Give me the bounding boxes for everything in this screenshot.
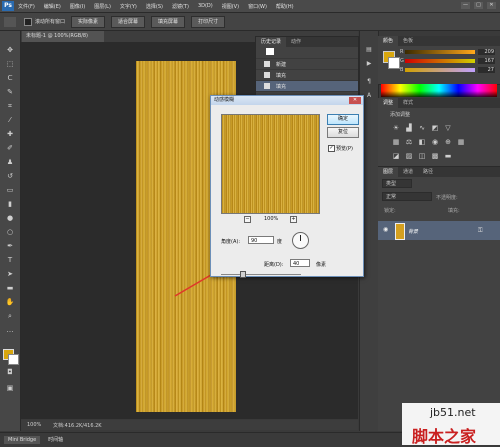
history-item-label: 填充 <box>276 72 287 79</box>
layer-thumbnail <box>395 223 405 240</box>
color-panel: 颜色 色板 R 209 G 167 B 27 <box>378 36 500 85</box>
color-balance-icon[interactable]: ⚖ <box>405 138 413 146</box>
gradient-map-icon[interactable]: ▬ <box>444 152 452 160</box>
history-item[interactable]: 填充 <box>256 81 358 92</box>
black-white-icon[interactable]: ◧ <box>418 138 426 146</box>
blue-slider[interactable] <box>405 68 475 72</box>
distance-unit: 像素 <box>316 262 327 268</box>
tab-actions[interactable]: 动作 <box>286 37 306 47</box>
invert-icon[interactable]: ◪ <box>392 152 400 160</box>
actions-panel-icon[interactable]: ▶ <box>364 59 374 68</box>
angle-dial[interactable] <box>292 232 309 249</box>
distance-slider-track[interactable] <box>221 274 301 275</box>
site-watermark: jb51.net 脚本之家 <box>402 403 500 446</box>
channel-mixer-icon[interactable]: ⊕ <box>444 138 452 146</box>
paragraph-panel-icon[interactable]: ¶ <box>364 77 374 86</box>
motion-blur-dialog: 动感模糊 ✕ 确定 复位 ✓ 预览(P) − 100% + 角度(A): 90 … <box>210 95 364 278</box>
photo-filter-icon[interactable]: ◉ <box>431 138 439 146</box>
character-panel-icon[interactable]: A <box>364 91 374 100</box>
history-panel-icon[interactable]: ▤ <box>364 45 374 54</box>
preview-label: 预览(P) <box>336 146 353 152</box>
opacity-label: 不透明度: <box>436 195 458 201</box>
red-label: R <box>400 49 404 55</box>
zoom-out-button[interactable]: − <box>244 216 251 223</box>
preview-checkbox[interactable]: ✓ <box>328 145 335 152</box>
tab-color[interactable]: 颜色 <box>378 36 399 46</box>
green-value[interactable]: 167 <box>478 58 495 64</box>
hue-saturation-icon[interactable]: ▦ <box>392 138 400 146</box>
color-lookup-icon[interactable]: ▦ <box>457 138 465 146</box>
color-spectrum-shade <box>381 91 497 97</box>
watermark-url: jb51.net <box>430 406 476 419</box>
tab-timeline[interactable]: 时间轴 <box>44 435 67 444</box>
curves-icon[interactable]: ∿ <box>418 124 426 132</box>
green-slider[interactable] <box>405 59 475 63</box>
angle-input[interactable]: 90 <box>248 236 274 244</box>
exposure-icon[interactable]: ◩ <box>431 124 439 132</box>
status-zoom[interactable]: 100% <box>27 422 53 428</box>
history-state-icon <box>264 61 270 67</box>
layer-filter-select[interactable]: 类型 <box>382 179 412 188</box>
history-state-icon <box>264 83 270 89</box>
green-label: G <box>400 58 404 64</box>
snapshot-thumbnail[interactable] <box>266 48 274 55</box>
red-value[interactable]: 209 <box>478 49 495 55</box>
distance-slider-handle[interactable] <box>240 271 246 278</box>
ok-button[interactable]: 确定 <box>327 114 359 125</box>
history-item-label: 填充 <box>276 83 287 90</box>
posterize-icon[interactable]: ▨ <box>405 152 413 160</box>
panel-background-swatch[interactable] <box>388 57 400 69</box>
tab-layers[interactable]: 图层 <box>378 167 399 177</box>
add-adjustment-title: 添加调整 <box>390 112 411 118</box>
lock-label: 锁定: <box>384 208 396 214</box>
vibrance-icon[interactable]: ▽ <box>444 124 452 132</box>
history-state-icon <box>264 72 270 78</box>
selective-color-icon[interactable]: ▩ <box>431 152 439 160</box>
filter-preview[interactable] <box>221 114 320 214</box>
tab-paths[interactable]: 路径 <box>418 167 438 177</box>
distance-label: 距离(D): <box>264 262 284 268</box>
distance-input[interactable]: 40 <box>290 259 310 267</box>
tab-adjustments[interactable]: 调整 <box>378 98 399 108</box>
angle-unit: 度 <box>277 239 283 245</box>
brightness-icon[interactable]: ☀ <box>392 124 400 132</box>
tab-history[interactable]: 历史记录 <box>256 37 287 47</box>
visibility-eye-icon[interactable]: ◉ <box>383 227 391 233</box>
zoom-in-button[interactable]: + <box>290 216 297 223</box>
angle-label: 角度(A): <box>221 239 241 245</box>
levels-icon[interactable]: ▟ <box>405 124 413 132</box>
layers-panel: 图层 通道 路径 类型 正常 不透明度: 锁定: 填充: <box>378 167 500 431</box>
tab-styles[interactable]: 样式 <box>398 98 418 108</box>
layer-name[interactable]: 背景 <box>408 228 418 235</box>
history-panel: 历史记录 动作 新建 填充 填充 <box>255 36 359 98</box>
status-bar: 100% 文档:416.2K/416.2K <box>21 420 358 430</box>
tab-channels[interactable]: 通道 <box>398 167 418 177</box>
status-doc-info: 文档:416.2K/416.2K <box>53 422 102 429</box>
blue-value[interactable]: 27 <box>478 67 495 73</box>
reset-button[interactable]: 复位 <box>327 127 359 138</box>
history-item[interactable]: 新建 <box>256 59 358 70</box>
blue-label: B <box>400 67 404 73</box>
dialog-title: 动感模糊 <box>211 96 363 105</box>
red-slider[interactable] <box>405 50 475 54</box>
history-item[interactable]: 填充 <box>256 70 358 81</box>
adjustments-panel: 调整 样式 添加调整 ☀ ▟ ∿ ◩ ▽ ▦ ⚖ ◧ ◉ ⊕ ▦ ◪ ▨ ◫ ▩… <box>378 98 500 167</box>
preview-zoom-level: 100% <box>264 216 279 222</box>
dialog-close-icon[interactable]: ✕ <box>349 97 361 104</box>
tab-swatches[interactable]: 色板 <box>398 36 418 46</box>
blend-mode-select[interactable]: 正常 <box>382 192 432 201</box>
threshold-icon[interactable]: ◫ <box>418 152 426 160</box>
watermark-text: 脚本之家 <box>412 427 477 446</box>
fill-label: 填充: <box>448 208 460 214</box>
lock-icon: ⚿ <box>478 227 483 234</box>
history-item-label: 新建 <box>276 61 287 68</box>
tab-mini-bridge[interactable]: Mini Bridge <box>4 435 41 444</box>
